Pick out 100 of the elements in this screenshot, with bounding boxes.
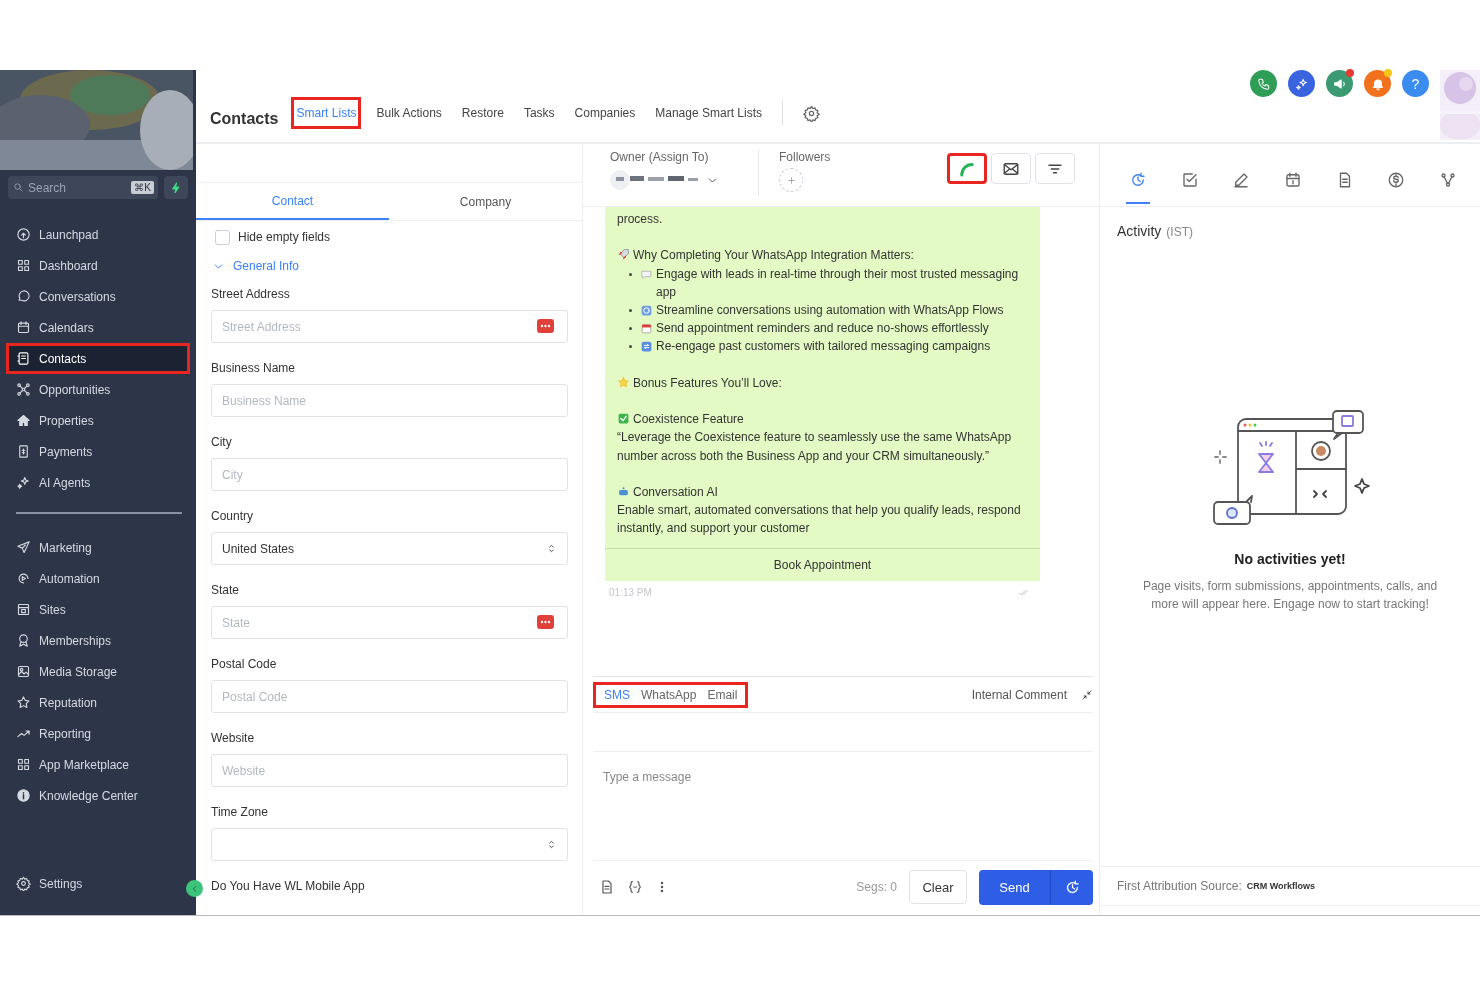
nav-item[interactable]: Payments <box>6 436 190 467</box>
checkbox-label: Hide empty fields <box>238 230 331 244</box>
nav-tab[interactable]: Bulk Actions <box>371 97 447 129</box>
nav-item[interactable]: Dashboard <box>6 250 190 281</box>
bullet-dot <box>629 327 632 331</box>
segment-count: Segs: 0 <box>856 880 897 894</box>
field-label: Postal Code <box>211 657 278 671</box>
field-label: Street Address <box>211 287 291 301</box>
lightning-button[interactable] <box>164 176 188 199</box>
send-button[interactable]: Send <box>979 869 1051 905</box>
channel-tab[interactable]: SMS <box>604 687 630 702</box>
megaphone-icon <box>1332 76 1347 91</box>
sparkle-icon <box>1294 76 1309 91</box>
message-text: Re-engage past customers with tailored messaging campaigns <box>656 338 991 356</box>
nav-item[interactable]: Opportunities <box>6 374 190 405</box>
tab[interactable]: Contact <box>196 183 389 220</box>
plus-icon <box>785 174 797 186</box>
field-label: Website <box>211 731 256 745</box>
play-circle-icon <box>16 571 31 586</box>
toolbar-button[interactable] <box>947 153 987 184</box>
message-heading: Bonus Features You’ll Love: <box>633 375 782 390</box>
toolbar-button[interactable] <box>1326 70 1353 97</box>
nav-tab[interactable]: Restore <box>456 97 509 129</box>
schedule-button[interactable] <box>1051 869 1093 905</box>
nav-item[interactable]: Settings <box>6 868 190 899</box>
image-icon <box>16 664 31 679</box>
grid-icon <box>16 258 31 273</box>
nav-tab[interactable]: Tasks <box>518 97 560 129</box>
clear-button[interactable]: Clear <box>909 870 967 904</box>
tab[interactable] <box>1126 171 1150 204</box>
nav-item[interactable]: Media Storage <box>6 656 190 687</box>
nav-item[interactable]: App Marketplace <box>6 749 190 780</box>
nav-item[interactable]: Properties <box>6 405 190 436</box>
message-time: 01:13 PM <box>609 586 652 598</box>
channel-tab[interactable]: Internal Comment <box>971 687 1067 702</box>
input-field[interactable]: Business Name <box>211 384 568 417</box>
tab[interactable]: Company <box>389 183 582 220</box>
select-field[interactable]: United States <box>211 532 568 565</box>
receipt-icon <box>16 444 31 459</box>
field-label: First Attribution Source: <box>1117 879 1242 893</box>
nav-item[interactable]: Launchpad <box>6 219 190 250</box>
input-field[interactable]: Website <box>211 754 568 787</box>
input-field[interactable]: Postal Code <box>211 680 568 713</box>
select-field[interactable] <box>211 828 568 861</box>
channel-tab[interactable]: Email <box>707 687 738 702</box>
nav-tab[interactable]: Smart Lists <box>291 97 362 129</box>
field-label: Owner (Assign To) <box>610 150 710 164</box>
bullet-dot <box>629 309 632 312</box>
pen-icon <box>1232 171 1251 189</box>
message-text: “Leverage the Coexistence feature to seamlessly use the same WhatsApp number across both the Business App and your CRM simultaneously.” <box>617 430 1012 463</box>
star-icon <box>16 695 31 710</box>
speech-bubble-icon <box>16 289 31 304</box>
input-field[interactable]: Street Address <box>211 310 568 343</box>
house-icon <box>16 413 31 428</box>
input-field[interactable]: State <box>211 606 568 639</box>
page-title: Contacts <box>210 110 279 128</box>
field-label: Time Zone <box>211 805 269 819</box>
message-text: process. <box>617 212 663 226</box>
search-icon <box>13 182 24 193</box>
dollar-icon <box>1387 171 1406 189</box>
field-label: State <box>211 583 241 597</box>
nav-item[interactable]: Conversations <box>6 281 190 312</box>
toolbar-button[interactable] <box>1288 70 1315 97</box>
message-text: Send appointment reminders and reduce no-shows effortlessly <box>656 320 989 338</box>
message-heading: Why Completing Your WhatsApp Integration Matters: <box>633 248 914 263</box>
checkbox[interactable] <box>215 229 230 245</box>
nav-tab[interactable]: Companies <box>569 97 641 129</box>
updown-chevron-icon <box>546 839 557 850</box>
document-icon <box>599 879 615 895</box>
input-field[interactable]: City <box>211 458 568 491</box>
bullet-dot <box>629 345 632 349</box>
nav-item[interactable]: Automation <box>6 563 190 594</box>
collapse-sidebar-button[interactable] <box>186 880 203 897</box>
section-toggle[interactable]: General Info <box>233 259 300 273</box>
channel-tab[interactable]: WhatsApp <box>641 687 697 702</box>
message-text: Streamline conversations using automation with WhatsApp Flows <box>656 302 1004 319</box>
nav-item[interactable]: Contacts <box>6 343 190 374</box>
clock-icon <box>1129 171 1147 189</box>
share-nodes-icon <box>1438 171 1457 189</box>
field-label: Do You Have WL Mobile App <box>211 879 366 893</box>
address-book-icon <box>16 351 31 366</box>
bullet-dot <box>629 272 632 276</box>
nav-item[interactable]: Reporting <box>6 718 190 749</box>
nav-item[interactable]: Sites <box>6 594 190 625</box>
panel-title: Activity <box>1117 223 1162 239</box>
nav-item[interactable]: Knowledge Center <box>6 780 190 811</box>
message-heading: Conversation AI <box>633 485 718 499</box>
nav-item[interactable]: Memberships <box>6 625 190 656</box>
nav-item[interactable]: Reputation <box>6 687 190 718</box>
nav-tab[interactable]: Manage Smart Lists <box>650 97 767 129</box>
field-label: City <box>211 435 233 449</box>
lightning-bolt-icon <box>170 181 182 194</box>
nav-item[interactable]: AI Agents <box>6 467 190 498</box>
nav-item[interactable]: Calendars <box>6 312 190 343</box>
field-label: Business Name <box>211 361 297 375</box>
timezone-label: (IST) <box>1166 225 1193 239</box>
network-icon <box>16 382 31 397</box>
nav-item[interactable]: Marketing <box>6 532 190 563</box>
paper-plane-icon <box>16 540 31 555</box>
browser-window-icon <box>16 602 31 617</box>
